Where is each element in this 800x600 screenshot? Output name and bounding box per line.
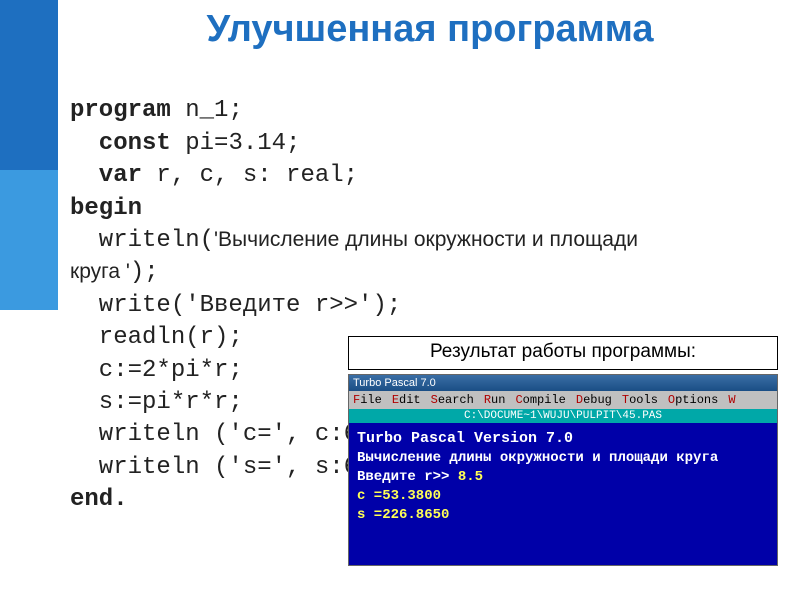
code-text: r, c, s: real; bbox=[142, 162, 358, 189]
decorative-sidebar bbox=[0, 0, 58, 600]
menu-window[interactable]: W bbox=[728, 393, 735, 407]
code-keyword: const bbox=[70, 130, 171, 157]
turbo-output-line: Вычисление длины окружности и площади кр… bbox=[357, 449, 769, 468]
menu-search[interactable]: Search bbox=[431, 393, 474, 407]
result-label-panel: Результат работы программы: bbox=[348, 336, 778, 370]
menu-options[interactable]: Options bbox=[668, 393, 718, 407]
result-label: Результат работы программы: bbox=[349, 337, 777, 369]
slide-title: Улучшенная программа bbox=[70, 8, 790, 51]
turbo-prompt-line: Введите r>> 8.5 bbox=[357, 468, 769, 487]
code-text: write('Введите r>>'); bbox=[70, 292, 401, 319]
turbo-pascal-window: Turbo Pascal 7.0 File Edit Search Run Co… bbox=[348, 374, 778, 566]
code-keyword: program bbox=[70, 97, 171, 124]
menu-edit[interactable]: Edit bbox=[392, 393, 421, 407]
menu-compile[interactable]: Compile bbox=[515, 393, 565, 407]
turbo-path: C:\DOCUME~1\WUJU\PULPIT\45.PAS bbox=[349, 409, 777, 423]
turbo-prompt: Введите r>> bbox=[357, 469, 458, 485]
code-text: writeln ('c=', c:6: bbox=[70, 421, 372, 448]
menu-file[interactable]: File bbox=[353, 393, 382, 407]
code-text: readln(r); bbox=[70, 324, 243, 351]
menu-debug[interactable]: Debug bbox=[576, 393, 612, 407]
code-text: writeln ('s=', s:6: bbox=[70, 454, 372, 481]
turbo-output: Turbo Pascal Version 7.0 Вычисление длин… bbox=[349, 423, 777, 531]
code-text: n_1; bbox=[171, 97, 243, 124]
turbo-output-line: s =226.8650 bbox=[357, 506, 769, 525]
code-text: c:=2*pi*r; bbox=[70, 357, 243, 384]
code-text: pi=3.14; bbox=[171, 130, 301, 157]
code-string: круга ' bbox=[70, 260, 130, 283]
turbo-output-line: c =53.3800 bbox=[357, 487, 769, 506]
turbo-menu-bar: File Edit Search Run Compile Debug Tools… bbox=[349, 391, 777, 409]
code-text: ); bbox=[130, 259, 159, 286]
code-text: writeln( bbox=[70, 227, 214, 254]
turbo-titlebar: Turbo Pascal 7.0 bbox=[349, 375, 777, 391]
code-string: 'Вычисление длины окружности и площади bbox=[214, 228, 638, 251]
menu-run[interactable]: Run bbox=[484, 393, 506, 407]
code-keyword: var bbox=[70, 162, 142, 189]
turbo-version: Turbo Pascal Version 7.0 bbox=[357, 429, 769, 449]
menu-tools[interactable]: Tools bbox=[622, 393, 658, 407]
code-keyword: begin bbox=[70, 195, 142, 222]
code-text: s:=pi*r*r; bbox=[70, 389, 243, 416]
turbo-input-value: 8.5 bbox=[458, 469, 483, 485]
code-keyword: end. bbox=[70, 486, 128, 513]
